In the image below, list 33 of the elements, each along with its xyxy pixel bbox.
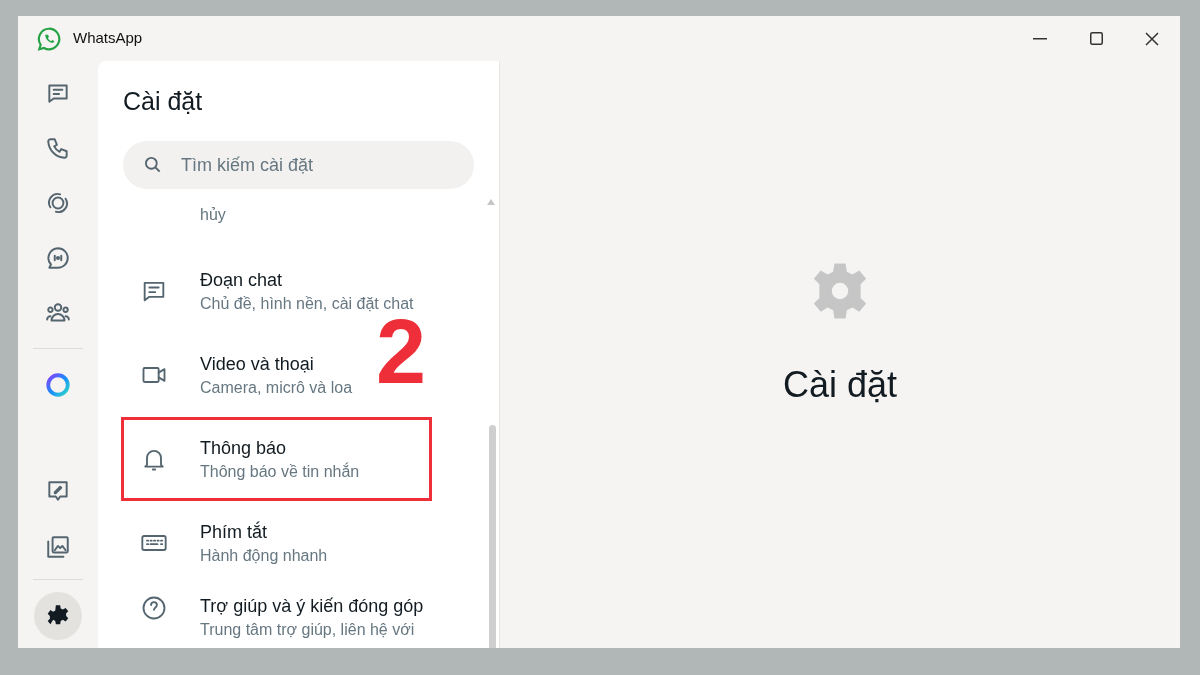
status-icon bbox=[45, 190, 71, 216]
photo-gallery-icon bbox=[45, 534, 71, 560]
phone-icon bbox=[45, 135, 71, 161]
detail-title: Cài đặt bbox=[782, 362, 898, 407]
settings-item[interactable]: Trợ giúp và ý kiến đóng góp Trung tâm trợ giúp, liên hệ với bbox=[121, 585, 431, 648]
item-title: Trợ giúp và ý kiến đóng góp bbox=[200, 595, 424, 618]
item-subtitle: Chủ đề, hình nền, cài đặt chat bbox=[200, 294, 414, 314]
edit-note-icon bbox=[45, 478, 71, 504]
item-subtitle: Trung tâm trợ giúp, liên hệ với bbox=[200, 620, 416, 640]
item-subtitle: Hành động nhanh bbox=[200, 546, 328, 566]
window-title: WhatsApp bbox=[73, 28, 143, 49]
item-subtitle: hủy bbox=[200, 206, 226, 223]
maximize-icon bbox=[1089, 32, 1103, 45]
close-icon bbox=[1145, 31, 1159, 46]
item-title: Đoạn chat bbox=[200, 269, 284, 292]
minimize-icon bbox=[1033, 37, 1047, 40]
search-field[interactable]: Tìm kiếm cài đặt bbox=[123, 141, 474, 189]
search-icon bbox=[143, 155, 163, 175]
settings-item[interactable]: Video và thoại Camera, micrô và loa bbox=[121, 333, 360, 417]
nav-button[interactable] bbox=[34, 592, 82, 640]
ring-icon bbox=[45, 372, 71, 398]
settings-item[interactable]: Thông báo Thông báo về tin nhắn bbox=[121, 417, 432, 501]
item-title: Phím tắt bbox=[200, 520, 269, 544]
settings-item[interactable]: Phím tắt Hành động nhanh bbox=[121, 501, 335, 585]
panel-title: Cài đặt bbox=[123, 86, 204, 117]
scroll-up-arrow-icon bbox=[487, 199, 495, 205]
channels-icon bbox=[45, 245, 71, 271]
item-title: Video và thoại bbox=[200, 353, 315, 376]
item-subtitle: Camera, micrô và loa bbox=[200, 378, 353, 398]
item-subtitle: Thông báo về tin nhắn bbox=[200, 462, 360, 482]
help-icon bbox=[140, 594, 168, 622]
item-title: Thông báo bbox=[200, 437, 288, 460]
whatsapp-logo-icon bbox=[36, 25, 62, 52]
